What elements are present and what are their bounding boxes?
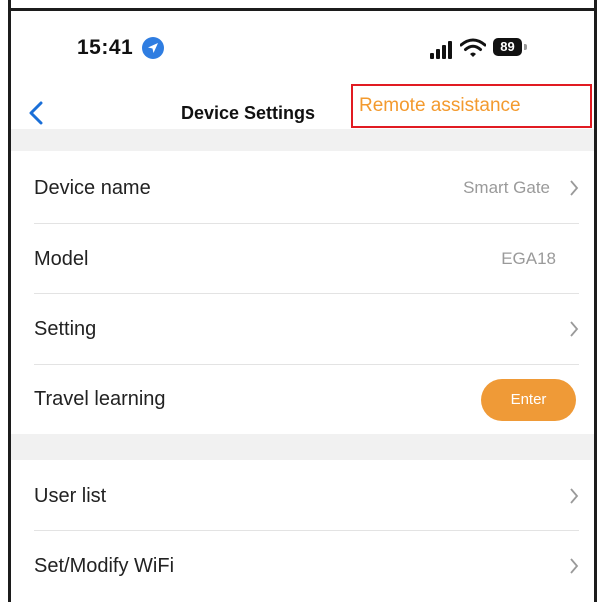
travel-learning-label: Travel learning [34, 388, 166, 410]
divider [34, 293, 579, 294]
divider [34, 223, 579, 224]
wifi-label: Set/Modify WiFi [34, 555, 175, 577]
row-travel-learning: Travel learning Enter [11, 365, 594, 433]
chevron-right-icon [570, 488, 579, 504]
device-name-label: Device name [34, 177, 151, 199]
page-title: Device Settings [181, 103, 316, 123]
chevron-right-icon [570, 321, 579, 337]
battery-icon: 89 [493, 38, 527, 56]
row-set-modify-wifi[interactable]: Set/Modify WiFi [11, 532, 594, 600]
battery-tip [524, 44, 527, 50]
status-time: 15:41 [77, 36, 134, 59]
setting-label: Setting [34, 318, 97, 340]
chevron-right-icon [570, 558, 579, 574]
user-list-label: User list [34, 485, 107, 507]
row-user-list[interactable]: User list [11, 462, 594, 530]
enter-button[interactable]: Enter [481, 379, 576, 421]
row-model: Model EGA18 [11, 225, 594, 293]
remote-assistance-button[interactable]: Remote assistance [351, 84, 592, 128]
frame-border-right [594, 0, 597, 602]
battery-level: 89 [493, 38, 522, 56]
chevron-left-icon[interactable] [27, 101, 47, 125]
device-settings-screen: 15:41 89 Device Settings Remote assistan… [11, 11, 594, 602]
section-gap [11, 434, 594, 460]
row-setting[interactable]: Setting [11, 295, 594, 363]
signal-bars-icon [430, 41, 452, 59]
wifi-icon [460, 38, 486, 57]
chevron-right-icon [570, 180, 579, 196]
divider [34, 530, 579, 531]
model-value: EGA18 [501, 249, 556, 268]
section-gap [11, 129, 594, 151]
device-name-value: Smart Gate [463, 178, 550, 197]
location-arrow-icon [142, 37, 164, 59]
model-label: Model [34, 248, 89, 270]
row-device-name[interactable]: Device name Smart Gate [11, 154, 594, 222]
